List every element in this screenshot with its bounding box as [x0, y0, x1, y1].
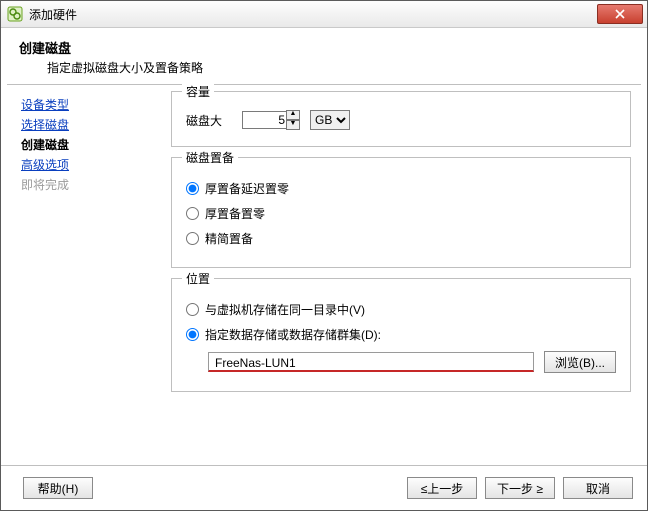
location-with-vm-radio[interactable] [186, 303, 199, 316]
location-with-vm-label: 与虚拟机存储在同一目录中(V) [205, 301, 365, 318]
window-title: 添加硬件 [29, 6, 597, 23]
dialog-window: 添加硬件 创建磁盘 指定虚拟磁盘大小及置备策略 设备类型 选择磁盘 创建磁盘 高… [0, 0, 648, 511]
location-legend: 位置 [182, 270, 214, 287]
sidebar-item-device-type[interactable]: 设备类型 [21, 95, 159, 115]
wizard-footer: 帮助(H) ≤上一步 下一步 ≥ 取消 [1, 465, 647, 510]
provision-thin-label: 精简置备 [205, 230, 253, 247]
app-icon [7, 6, 23, 22]
page-title: 创建磁盘 [19, 38, 629, 57]
title-bar: 添加硬件 [1, 1, 647, 28]
disk-size-label: 磁盘大 [186, 112, 242, 129]
provision-thin-radio[interactable] [186, 232, 199, 245]
location-specify-label: 指定数据存储或数据存储群集(D): [205, 326, 381, 343]
sidebar-item-advanced[interactable]: 高级选项 [21, 155, 159, 175]
page-subtitle: 指定虚拟磁盘大小及置备策略 [19, 57, 629, 76]
provision-thick-lazy-radio[interactable] [186, 182, 199, 195]
location-group: 位置 与虚拟机存储在同一目录中(V) 指定数据存储或数据存储群集(D): Fre… [171, 278, 631, 392]
spinner-down-icon[interactable]: ▼ [286, 120, 300, 130]
main-panel: 容量 磁盘大 ▲ ▼ GB 磁盘置备 厚置 [167, 85, 641, 462]
close-icon [615, 9, 625, 19]
help-button[interactable]: 帮助(H) [23, 477, 93, 499]
wizard-header: 创建磁盘 指定虚拟磁盘大小及置备策略 [1, 28, 647, 84]
provision-thick-lazy-label: 厚置备延迟置零 [205, 180, 289, 197]
provision-thick-eager-label: 厚置备置零 [205, 205, 265, 222]
provision-thick-eager-radio[interactable] [186, 207, 199, 220]
disk-size-spinner[interactable]: ▲ ▼ [286, 110, 300, 130]
close-button[interactable] [597, 4, 643, 24]
sidebar-item-select-disk[interactable]: 选择磁盘 [21, 115, 159, 135]
wizard-body: 设备类型 选择磁盘 创建磁盘 高级选项 即将完成 容量 磁盘大 ▲ ▼ GB [7, 85, 641, 462]
browse-button[interactable]: 浏览(B)... [544, 351, 616, 373]
spinner-up-icon[interactable]: ▲ [286, 110, 300, 120]
location-specify-radio[interactable] [186, 328, 199, 341]
step-sidebar: 设备类型 选择磁盘 创建磁盘 高级选项 即将完成 [7, 85, 167, 462]
next-button[interactable]: 下一步 ≥ [485, 477, 555, 499]
back-button[interactable]: ≤上一步 [407, 477, 477, 499]
datastore-path: FreeNas-LUN1 [208, 352, 534, 372]
disk-size-unit[interactable]: GB [310, 110, 350, 130]
provision-legend: 磁盘置备 [182, 149, 238, 166]
capacity-group: 容量 磁盘大 ▲ ▼ GB [171, 91, 631, 147]
provision-group: 磁盘置备 厚置备延迟置零 厚置备置零 精简置备 [171, 157, 631, 268]
capacity-legend: 容量 [182, 83, 214, 100]
sidebar-item-ready: 即将完成 [21, 175, 159, 195]
sidebar-item-create-disk: 创建磁盘 [21, 135, 159, 155]
cancel-button[interactable]: 取消 [563, 477, 633, 499]
